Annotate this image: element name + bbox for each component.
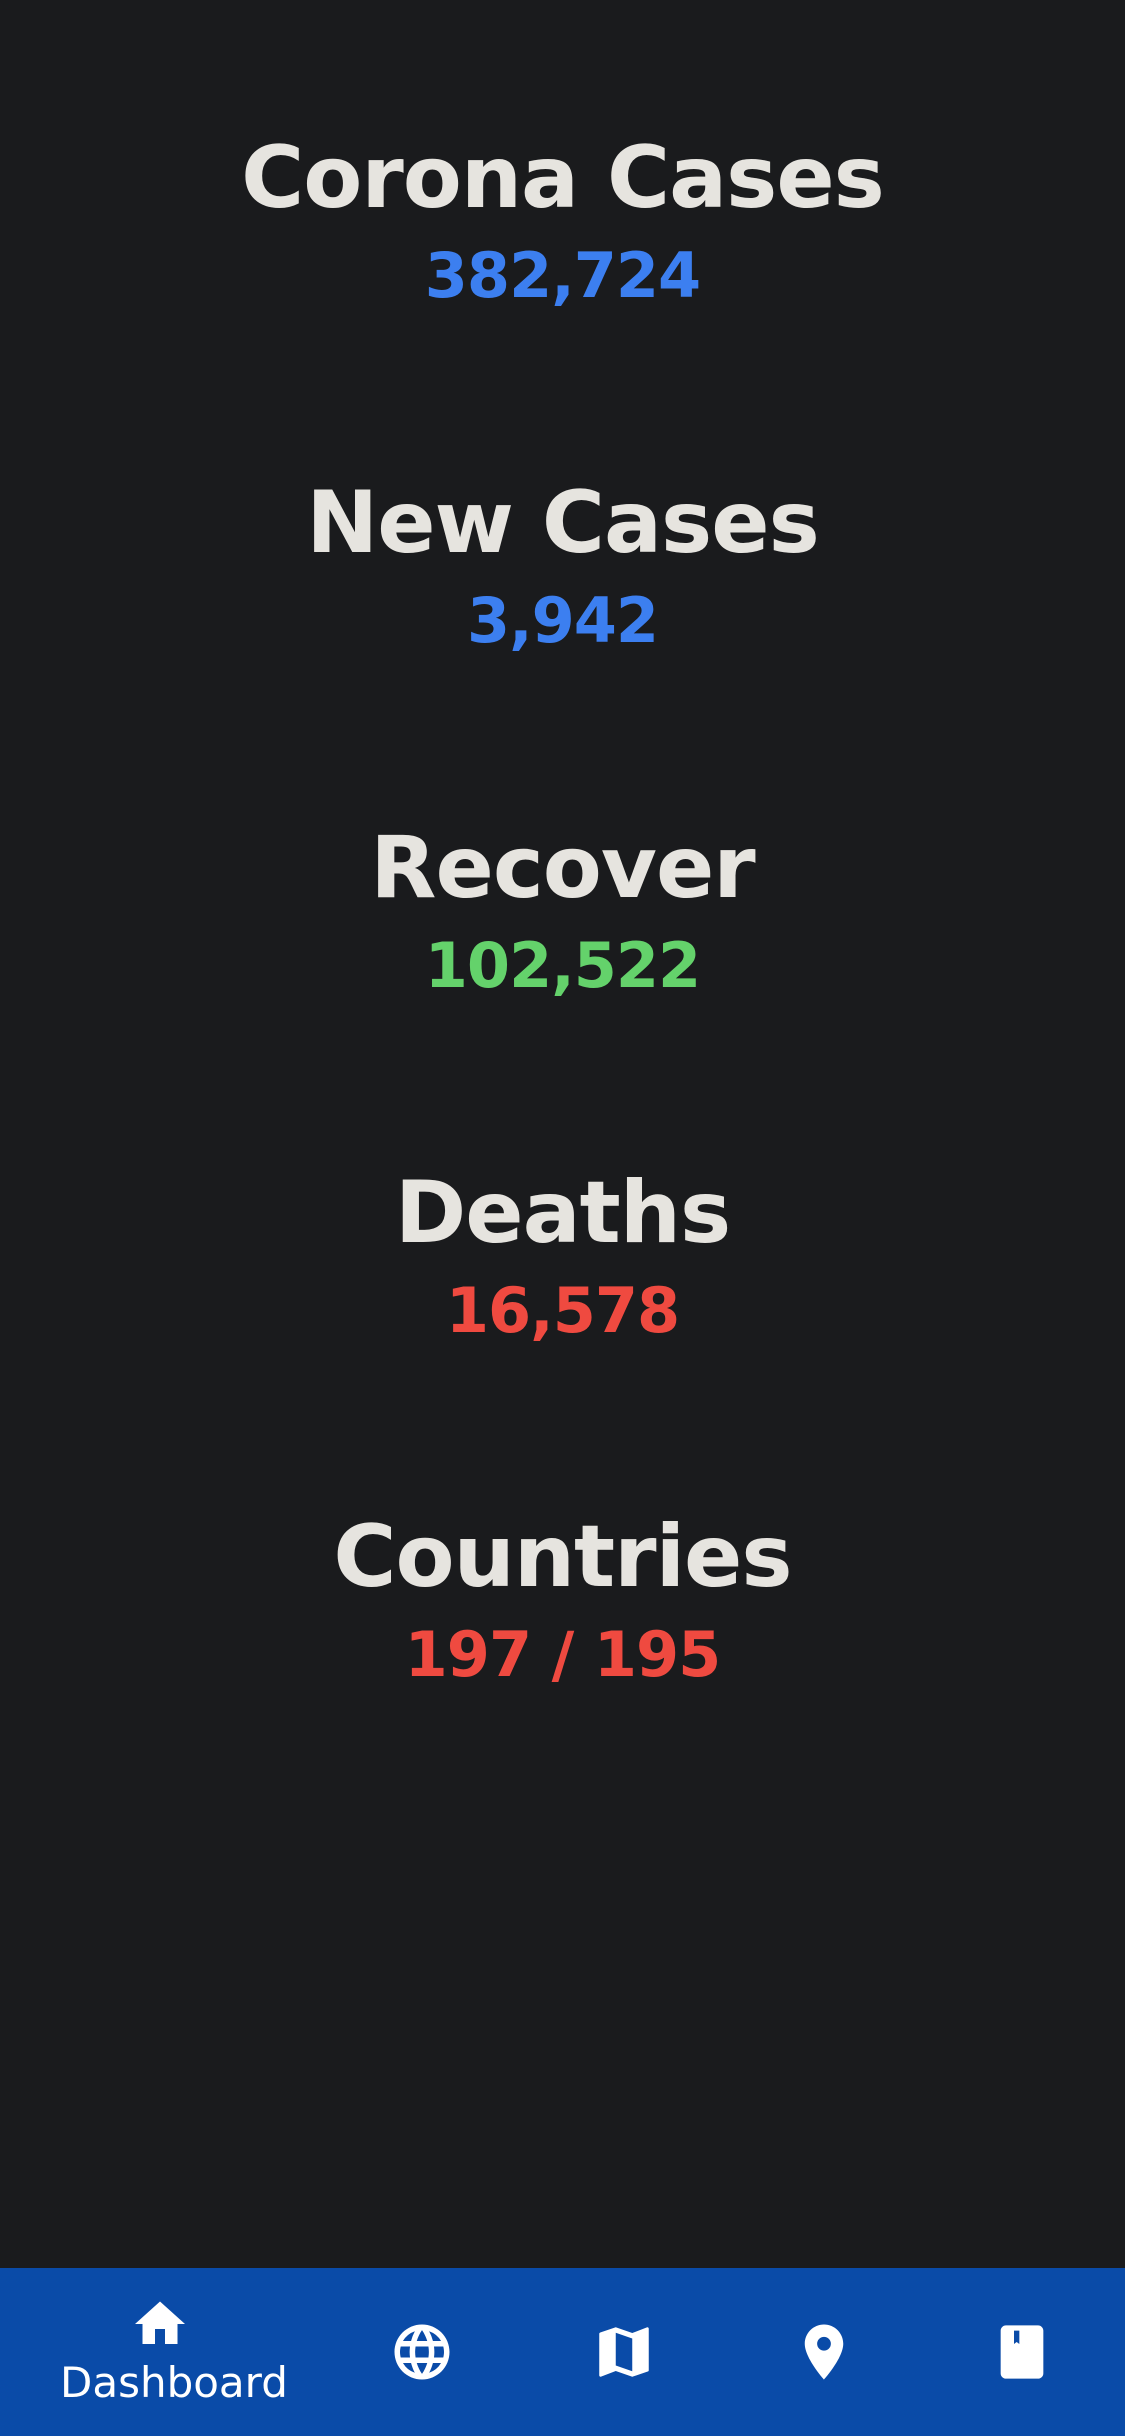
stat-value: 3,942 [466, 584, 659, 657]
stat-value: 382,724 [424, 239, 701, 312]
nav-item-bookmarks[interactable] [922, 2268, 1122, 2436]
stat-title: New Cases [306, 473, 820, 573]
stat-value: 197 / 195 [404, 1618, 722, 1691]
stat-recover: Recover 102,522 [0, 818, 1125, 1006]
globe-icon [394, 2324, 450, 2380]
dashboard-screen: Corona Cases 382,724 New Cases 3,942 Rec… [0, 0, 1125, 2436]
stat-countries: Countries 197 / 195 [0, 1507, 1125, 1695]
nav-item-dashboard[interactable]: Dashboard [60, 2268, 288, 2436]
stat-deaths: Deaths 16,578 [0, 1163, 1125, 1351]
nav-item-map[interactable] [524, 2268, 724, 2436]
nav-item-globe[interactable] [322, 2268, 522, 2436]
bookmark-book-icon [1000, 2325, 1044, 2379]
nav-item-location[interactable] [724, 2268, 924, 2436]
stat-value: 16,578 [445, 1274, 680, 1347]
stat-corona-cases: Corona Cases 382,724 [0, 128, 1125, 316]
location-pin-icon [804, 2324, 844, 2380]
map-icon [599, 2327, 649, 2377]
stat-title: Corona Cases [241, 128, 885, 228]
nav-item-label: Dashboard [60, 2358, 288, 2407]
stat-value: 102,522 [424, 929, 701, 1002]
stat-title: Deaths [394, 1163, 731, 1263]
bottom-navigation-bar: Dashboard [0, 2268, 1125, 2436]
stat-new-cases: New Cases 3,942 [0, 473, 1125, 661]
stat-title: Countries [333, 1507, 792, 1607]
home-icon [135, 2301, 185, 2344]
stat-title: Recover [370, 818, 755, 918]
